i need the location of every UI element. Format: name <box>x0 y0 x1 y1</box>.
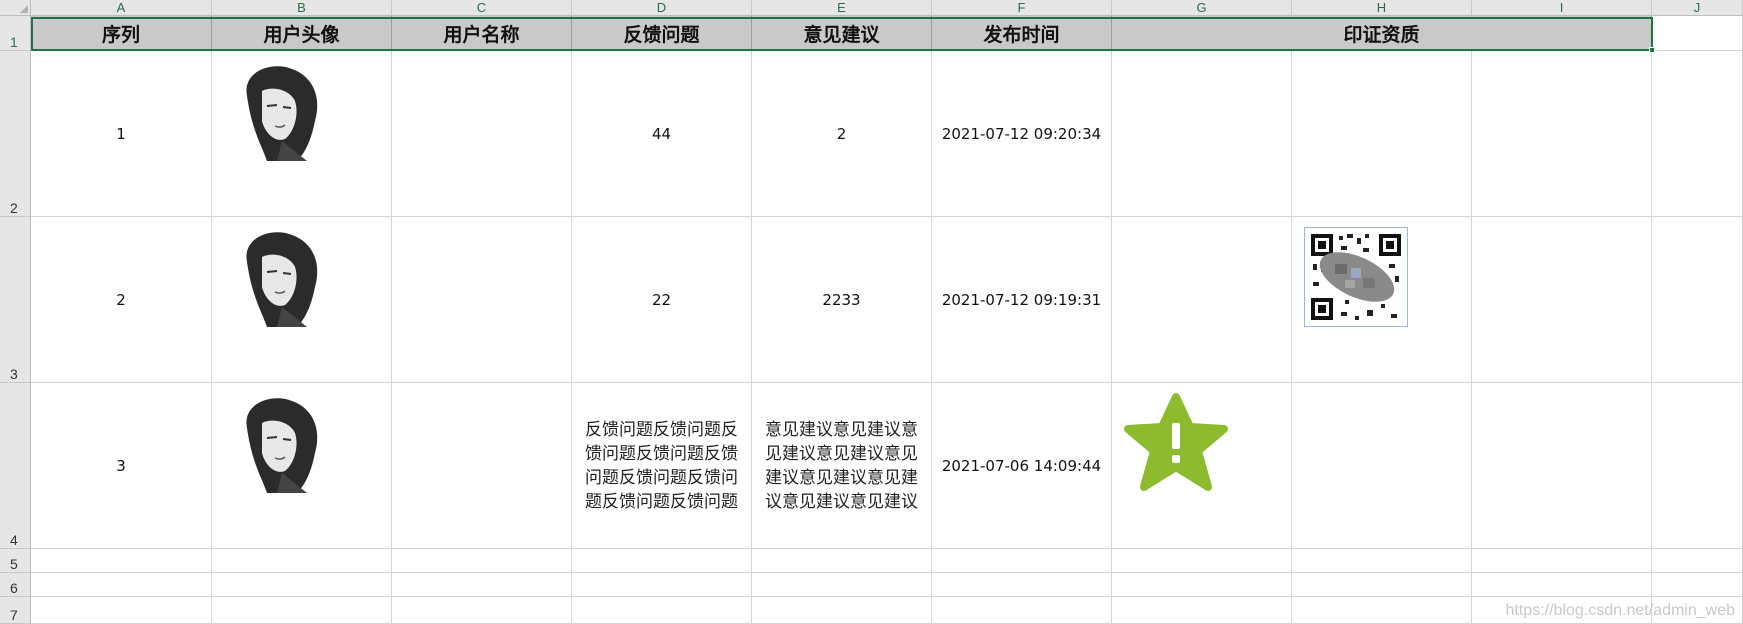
row-number: 3 <box>10 366 18 382</box>
row-header-2[interactable]: 2 <box>0 51 31 217</box>
cell-i2[interactable] <box>1472 51 1652 217</box>
header-seq[interactable]: 序列 <box>31 16 212 51</box>
row-number: 1 <box>10 34 18 50</box>
cell-empty[interactable] <box>932 597 1112 624</box>
person-portrait-icon[interactable] <box>227 61 327 165</box>
cell-empty[interactable] <box>1652 549 1743 573</box>
cell-empty[interactable] <box>572 597 752 624</box>
cell-username[interactable] <box>392 217 572 383</box>
row-header-7[interactable]: 7 <box>0 597 31 624</box>
row-number: 7 <box>10 607 18 623</box>
cell-j4[interactable] <box>1652 383 1743 549</box>
cell-g3[interactable] <box>1112 217 1292 383</box>
cell-empty[interactable] <box>752 549 932 573</box>
watermark-text: https://blog.csdn.net/admin_web <box>1505 602 1735 619</box>
column-header-i[interactable]: I <box>1472 0 1652 16</box>
cell-empty[interactable] <box>31 573 212 597</box>
row-header-4[interactable]: 4 <box>0 383 31 549</box>
cell-empty[interactable] <box>392 597 572 624</box>
cell-seq[interactable]: 1 <box>31 51 212 217</box>
cell-j3[interactable] <box>1652 217 1743 383</box>
cell-empty[interactable] <box>572 549 752 573</box>
cell-empty[interactable] <box>1472 549 1652 573</box>
cell-empty[interactable] <box>1292 549 1472 573</box>
cell-empty[interactable] <box>932 549 1112 573</box>
row-header-1[interactable]: 1 <box>0 16 31 51</box>
cell-suggestion[interactable]: 意见建议意见建议意见建议意见建议意见建议意见建议意见建议意见建议意见建议 <box>752 383 932 549</box>
column-header-f[interactable]: F <box>932 0 1112 16</box>
cell-feedback[interactable]: 22 <box>572 217 752 383</box>
cell-suggestion[interactable]: 2233 <box>752 217 932 383</box>
column-header-e[interactable]: E <box>752 0 932 16</box>
cell-h2[interactable] <box>1292 51 1472 217</box>
row-number: 4 <box>10 532 18 548</box>
cell-i3[interactable] <box>1472 217 1652 383</box>
header-suggestion[interactable]: 意见建议 <box>752 16 932 51</box>
row-header-3[interactable]: 3 <box>0 217 31 383</box>
cell-publish-time[interactable]: 2021-07-12 09:20:34 <box>932 51 1112 217</box>
header-publish-time[interactable]: 发布时间 <box>932 16 1112 51</box>
row-header-5[interactable]: 5 <box>0 549 31 573</box>
cell-publish-time[interactable]: 2021-07-06 14:09:44 <box>932 383 1112 549</box>
spreadsheet: A B C D E F G H I J 1 2 3 4 5 6 7 序列 用户头… <box>0 0 1743 624</box>
cell-empty[interactable] <box>1112 549 1292 573</box>
cell-i4[interactable] <box>1472 383 1652 549</box>
fill-handle[interactable] <box>1649 47 1655 53</box>
column-header-a[interactable]: A <box>31 0 212 16</box>
cell-empty[interactable] <box>212 549 392 573</box>
cell-seq[interactable]: 2 <box>31 217 212 383</box>
cell-feedback[interactable]: 44 <box>572 51 752 217</box>
column-header-h[interactable]: H <box>1292 0 1472 16</box>
header-feedback[interactable]: 反馈问题 <box>572 16 752 51</box>
row-number: 5 <box>10 556 18 572</box>
select-all-corner[interactable] <box>0 0 31 16</box>
cell-empty[interactable] <box>31 597 212 624</box>
cell-empty[interactable] <box>1292 573 1472 597</box>
cell-empty[interactable] <box>392 573 572 597</box>
person-portrait-icon[interactable] <box>227 393 327 497</box>
cell-empty[interactable] <box>932 573 1112 597</box>
cell-empty[interactable] <box>392 549 572 573</box>
header-avatar[interactable]: 用户头像 <box>212 16 392 51</box>
cell-j1[interactable] <box>1652 16 1743 51</box>
cell-username[interactable] <box>392 51 572 217</box>
cell-publish-time[interactable]: 2021-07-12 09:19:31 <box>932 217 1112 383</box>
cell-empty[interactable] <box>752 597 932 624</box>
cell-username[interactable] <box>392 383 572 549</box>
cell-g2[interactable] <box>1112 51 1292 217</box>
header-credentials[interactable]: 印证资质 <box>1112 16 1652 51</box>
column-header-j[interactable]: J <box>1652 0 1743 16</box>
column-header-b[interactable]: B <box>212 0 392 16</box>
cell-j2[interactable] <box>1652 51 1743 217</box>
header-username[interactable]: 用户名称 <box>392 16 572 51</box>
cell-empty[interactable] <box>1472 573 1652 597</box>
column-header-g[interactable]: G <box>1112 0 1292 16</box>
qr-code-icon[interactable] <box>1304 227 1408 327</box>
warning-star-icon[interactable] <box>1124 393 1228 495</box>
row-header-6[interactable]: 6 <box>0 573 31 597</box>
cell-feedback[interactable]: 反馈问题反馈问题反馈问题反馈问题反馈问题反馈问题反馈问题反馈问题反馈问题 <box>572 383 752 549</box>
cell-empty[interactable] <box>1292 597 1472 624</box>
column-header-d[interactable]: D <box>572 0 752 16</box>
cell-empty[interactable] <box>1652 573 1743 597</box>
cell-empty[interactable] <box>752 573 932 597</box>
column-header-c[interactable]: C <box>392 0 572 16</box>
cell-empty[interactable] <box>212 573 392 597</box>
cell-empty[interactable] <box>31 549 212 573</box>
cell-empty[interactable] <box>1112 573 1292 597</box>
cell-suggestion[interactable]: 2 <box>752 51 932 217</box>
cell-empty[interactable] <box>212 597 392 624</box>
row-number: 6 <box>10 580 18 596</box>
cell-h4[interactable] <box>1292 383 1472 549</box>
cell-empty[interactable] <box>1112 597 1292 624</box>
person-portrait-icon[interactable] <box>227 227 327 331</box>
cell-empty[interactable] <box>572 573 752 597</box>
row-number: 2 <box>10 200 18 216</box>
cell-seq[interactable]: 3 <box>31 383 212 549</box>
